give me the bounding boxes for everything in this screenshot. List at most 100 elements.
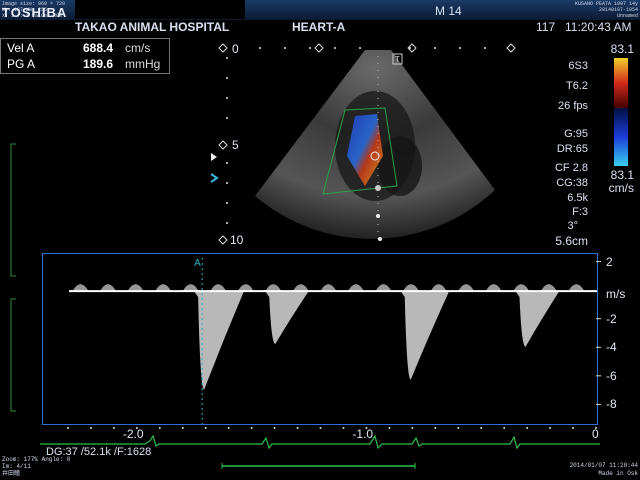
time-tick: [526, 427, 529, 429]
time-tick: [480, 427, 483, 429]
forward-flow-blip: [513, 284, 530, 292]
mode-label: M 14: [435, 4, 462, 18]
time-tick: [342, 427, 345, 429]
time-tick: [67, 427, 69, 429]
image-depth: 5.6cm: [555, 234, 588, 248]
doppler-envelope: [515, 291, 560, 347]
depth-mark-10: 10: [230, 233, 244, 247]
probe-name: 6S3: [568, 60, 588, 72]
measurement-value: 189.6: [83, 57, 114, 71]
ecg-gain-bracket: [10, 143, 16, 277]
operator-name: 井田瞳: [2, 470, 21, 477]
time-tick: [411, 427, 414, 429]
measurement-unit: cm/s: [125, 41, 151, 55]
time-tick: [549, 427, 552, 429]
measurement-unit: mmHg: [125, 57, 161, 71]
depth-mark-5: 5: [232, 138, 239, 152]
depth-scale: [210, 43, 516, 245]
measurement-label: PG A: [7, 57, 36, 71]
measurement-value: 688.4: [83, 41, 114, 55]
time-tick: [319, 427, 322, 429]
time-tick: [89, 427, 92, 429]
time-tick: [457, 427, 460, 429]
doppler-envelope: [400, 291, 450, 380]
steer-angle: 3°: [567, 220, 578, 232]
forward-flow-blip: [485, 284, 502, 292]
filter-value: F:3: [572, 206, 588, 218]
time-tick: [388, 427, 391, 429]
probe-frequency: T6.2: [565, 80, 588, 92]
forward-flow-blip: [403, 284, 420, 292]
forward-flow-blip: [155, 284, 172, 292]
forward-flow-blip: [210, 284, 227, 292]
color-bar-bottom: [614, 108, 628, 166]
measurement-row-vel: Vel A 688.4 cm/s: [5, 40, 167, 56]
footer-info: Zoom: 177% Angle: 0 Im: 4/11 井田瞳: [2, 456, 70, 477]
velocity-tick-label: 2: [606, 254, 613, 269]
dynamic-range: DR:65: [556, 143, 588, 155]
spectral-doppler-panel: A: [42, 253, 598, 425]
time-tick: [434, 427, 437, 429]
redaction-box: [75, 0, 245, 19]
velocity-tick-label: -8: [606, 397, 617, 412]
time-tick: [227, 427, 230, 429]
image-index: Im: 4/11: [2, 463, 31, 470]
spectral-plot: A: [69, 258, 597, 424]
time-tick: [250, 427, 253, 429]
forward-flow-blip: [430, 284, 447, 292]
time-tick: [112, 427, 115, 429]
ecg-gain-bracket-lower: [10, 298, 16, 412]
gain-value: G:95: [564, 128, 588, 140]
measurement-box: Vel A 688.4 cm/s PG A 189.6 mmHg: [0, 38, 170, 74]
time-tick: [296, 427, 299, 429]
velocity-tick-label: -6: [606, 368, 617, 383]
forward-flow-blip: [568, 284, 585, 292]
color-bar-top: [614, 58, 628, 108]
clock: 11:20:43 AM: [565, 20, 632, 34]
forward-flow-blip: [375, 284, 392, 292]
forward-flow-blip: [100, 284, 117, 292]
doppler-filter: /F:1628: [113, 446, 152, 458]
exam-preset: HEART-A: [292, 20, 346, 34]
hospital-name: TAKAO ANIMAL HOSPITAL: [75, 20, 230, 34]
color-scale-unit: cm/s: [608, 181, 634, 195]
color-scale-max: 83.1: [610, 42, 634, 56]
forward-flow-blip: [320, 284, 337, 292]
frame-rate: 26 fps: [558, 100, 588, 112]
time-tick: [503, 427, 506, 429]
forward-flow-blip: [265, 284, 282, 292]
velocity-tick-label: -4: [606, 340, 617, 355]
time-tick: [572, 427, 575, 429]
brand-logo: TOSHIBA: [2, 5, 68, 20]
cursor-label: A: [194, 258, 201, 269]
zoom-info: Zoom: 177% Angle: 0: [2, 456, 71, 463]
forward-flow-blip: [72, 284, 89, 292]
color-scale-min: 83.1: [610, 168, 634, 182]
patient-line-3: Unnamed: [616, 13, 638, 19]
exam-date: 2014/01/07 11:20:44: [569, 462, 638, 469]
sample-rate: /52.1k: [80, 446, 111, 458]
forward-flow-blip: [347, 284, 364, 292]
time-tick: [158, 427, 161, 429]
measurement-label: Vel A: [7, 41, 35, 55]
made-in: Made in Osk: [598, 470, 638, 477]
doppler-envelope: [194, 291, 244, 390]
frame-number: 117: [536, 20, 556, 34]
velocity-scale: [596, 261, 601, 405]
velocity-tick-label: m/s: [606, 287, 626, 302]
forward-flow-blip: [182, 284, 199, 292]
doppler-peaks: [72, 284, 585, 390]
patient-info: KUSANO PEATA 1997 14y 20140107-1054 Unna…: [540, 1, 638, 19]
time-tick: [181, 427, 184, 429]
velocity-tick-label: -2: [606, 311, 617, 326]
time-tick: [273, 427, 276, 429]
ecg-sweep-bar: [221, 463, 416, 469]
doppler-envelope: [265, 291, 309, 344]
forward-flow-blip: [540, 284, 557, 292]
forward-flow-blip: [127, 284, 144, 292]
forward-flow-blip: [458, 284, 475, 292]
forward-flow-blip: [292, 284, 309, 292]
measurement-row-pg: PG A 189.6 mmHg: [5, 56, 167, 72]
depth-mark-0: 0: [232, 42, 239, 56]
footer-date: 2014/01/07 11:20:44 Made in Osk: [560, 462, 638, 478]
